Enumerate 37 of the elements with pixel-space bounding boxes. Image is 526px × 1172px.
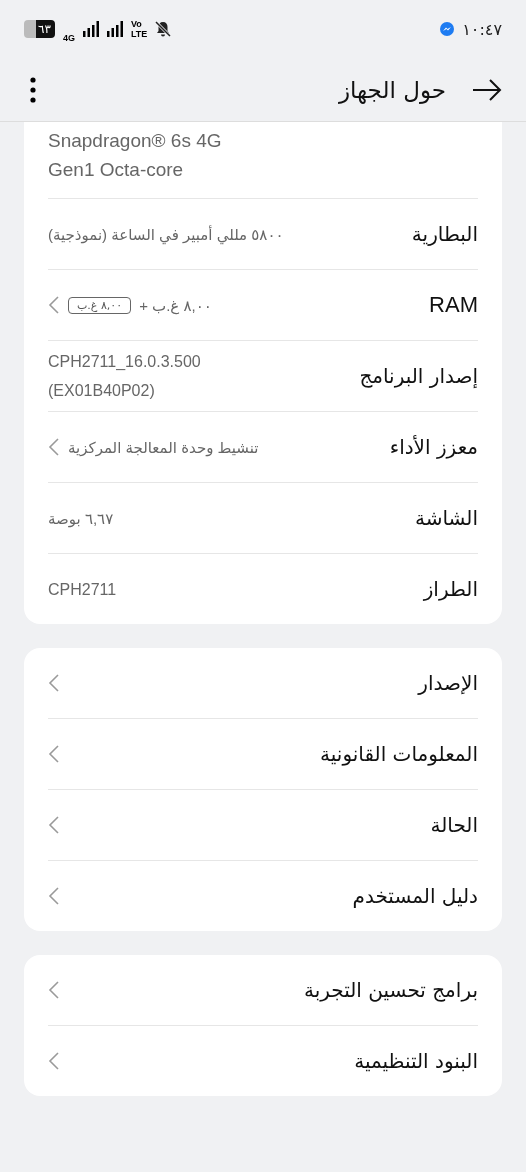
- menu-row[interactable]: الإصدار: [48, 648, 478, 718]
- menu-row[interactable]: المعلومات القانونية: [48, 718, 478, 789]
- menu-row[interactable]: برامج تحسين التجربة: [48, 955, 478, 1025]
- messenger-icon: [440, 22, 455, 36]
- page-title: حول الجهاز: [338, 76, 446, 103]
- menu-label: المعلومات القانونية: [320, 742, 478, 766]
- menu-label: دليل المستخدم: [352, 884, 478, 908]
- setting-value: ٨,٠٠ غ.ب +: [139, 295, 212, 317]
- setting-label: البطارية: [411, 222, 478, 246]
- back-arrow-icon[interactable]: [472, 78, 502, 101]
- setting-label: إصدار البرنامج: [359, 364, 478, 388]
- setting-value: CPH2711_16.0.3.500 (EX01B40P02): [48, 352, 201, 401]
- volte-indicator: Vo LTE: [130, 19, 148, 39]
- menu-row[interactable]: دليل المستخدم: [48, 860, 478, 931]
- menu-label: برامج تحسين التجربة: [304, 978, 478, 1002]
- setting-value: CPH2711: [48, 579, 117, 600]
- signal-icon: [106, 21, 123, 37]
- setting-value: تنشيط وحدة المعالجة المركزية: [68, 437, 259, 459]
- menu-row[interactable]: الحالة: [48, 789, 478, 860]
- signal-icon: [82, 21, 99, 37]
- ram-extension-badge: ٨,٠٠ غ.ب: [68, 296, 132, 314]
- setting-value: ٦,٦٧ بوصة: [48, 508, 114, 530]
- network-type: 4G: [62, 33, 75, 43]
- clock-time: ١٠:٤٧: [462, 19, 502, 39]
- menu-label: الإصدار: [418, 671, 478, 695]
- menu-label: البنود التنظيمية: [354, 1049, 478, 1073]
- processor-value: Snapdragon® 6s 4G Gen1 Octa-core: [48, 129, 222, 182]
- setting-label: الشاشة: [414, 506, 478, 530]
- setting-label: معزز الأداء: [389, 435, 478, 459]
- menu-label: الحالة: [430, 813, 478, 837]
- menu-row[interactable]: البنود التنظيمية: [48, 1025, 478, 1096]
- setting-label: RAM: [429, 292, 478, 318]
- setting-label: الطراز: [423, 577, 478, 601]
- battery-indicator: ٦٣: [24, 20, 55, 38]
- more-options-icon[interactable]: [30, 76, 36, 103]
- muted-bell-icon: [155, 21, 172, 37]
- setting-value: ٥٨٠٠ مللي أمبير في الساعة (نموذجية): [48, 224, 284, 247]
